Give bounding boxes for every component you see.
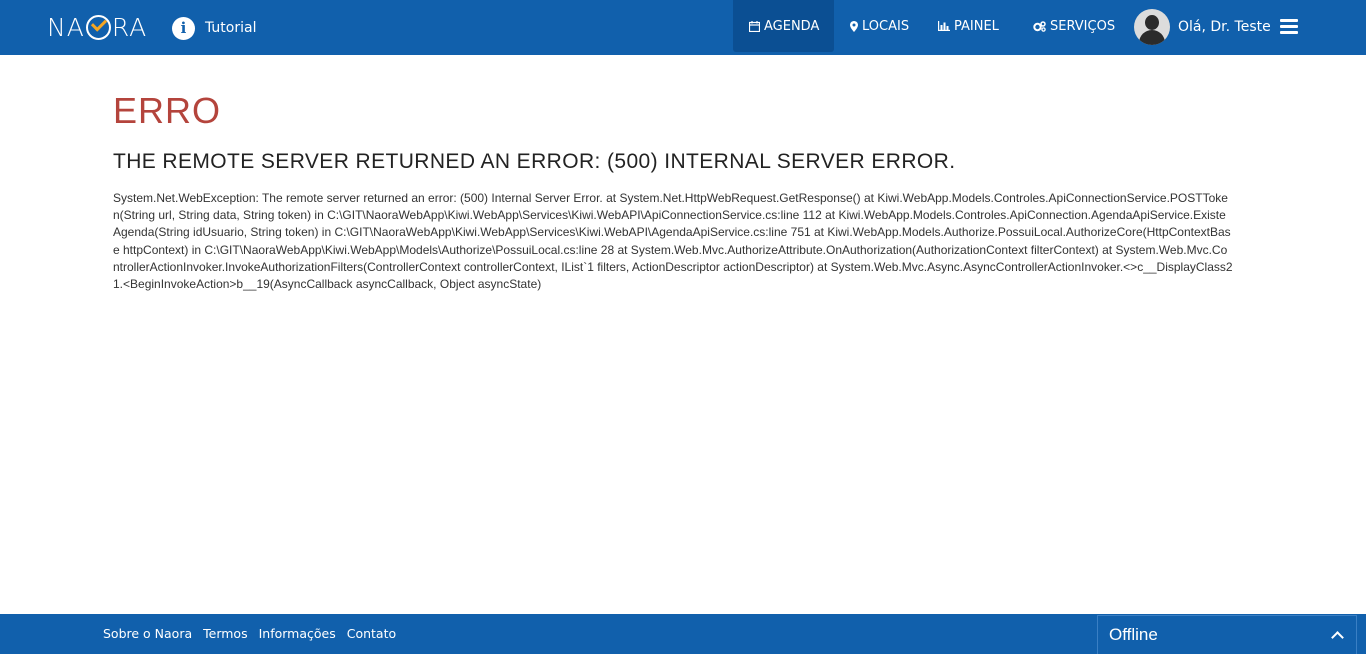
calendar-icon — [749, 20, 760, 32]
nav-agenda[interactable]: AGENDA — [733, 0, 834, 52]
naora-logo[interactable]: NA RA — [47, 12, 148, 42]
error-message: THE REMOTE SERVER RETURNED AN ERROR: (50… — [113, 150, 956, 173]
error-title: ERRO — [113, 90, 222, 131]
nav-painel-label: PAINEL — [954, 18, 999, 34]
user-menu[interactable]: Olá, Dr. Teste — [1134, 9, 1271, 45]
tutorial-label: Tutorial — [205, 20, 257, 36]
footer-link-termos[interactable]: Termos — [203, 626, 247, 641]
avatar[interactable] — [1134, 9, 1170, 45]
error-stack-trace: System.Net.WebException: The remote serv… — [113, 191, 1233, 292]
logo-text-left: NA — [47, 12, 85, 42]
footer-link-informacoes[interactable]: Informações — [259, 626, 336, 641]
cogs-icon — [1033, 20, 1046, 32]
nav-servicos[interactable]: SERVIÇOS — [1017, 0, 1131, 52]
top-navbar: NA RA i Tutorial AGENDA LOCAIS PAINEL SE… — [0, 0, 1366, 55]
nav-locais[interactable]: LOCAIS — [834, 0, 925, 52]
chat-offline-widget[interactable]: Offline — [1097, 615, 1357, 654]
info-icon: i — [172, 16, 195, 40]
bar-chart-icon — [938, 21, 950, 31]
nav-servicos-label: SERVIÇOS — [1050, 18, 1116, 34]
footer-link-contato[interactable]: Contato — [347, 626, 396, 641]
nav-agenda-label: AGENDA — [764, 18, 820, 34]
chat-status-label: Offline — [1109, 625, 1158, 644]
logo-check-icon — [85, 14, 111, 40]
chevron-up-icon — [1331, 631, 1344, 644]
user-greeting: Olá, Dr. Teste — [1178, 19, 1271, 35]
tutorial-link[interactable]: i Tutorial — [172, 16, 256, 40]
logo-text-right: RA — [111, 12, 148, 42]
map-marker-icon — [850, 20, 858, 32]
error-content: ERRO THE REMOTE SERVER RETURNED AN ERROR… — [113, 90, 1233, 293]
footer-link-sobre[interactable]: Sobre o Naora — [103, 626, 192, 641]
footer-links: Sobre o Naora Termos Informações Contato — [103, 626, 407, 641]
hamburger-menu-icon[interactable] — [1280, 19, 1298, 34]
nav-locais-label: LOCAIS — [862, 18, 910, 34]
nav-painel[interactable]: PAINEL — [922, 0, 1015, 52]
